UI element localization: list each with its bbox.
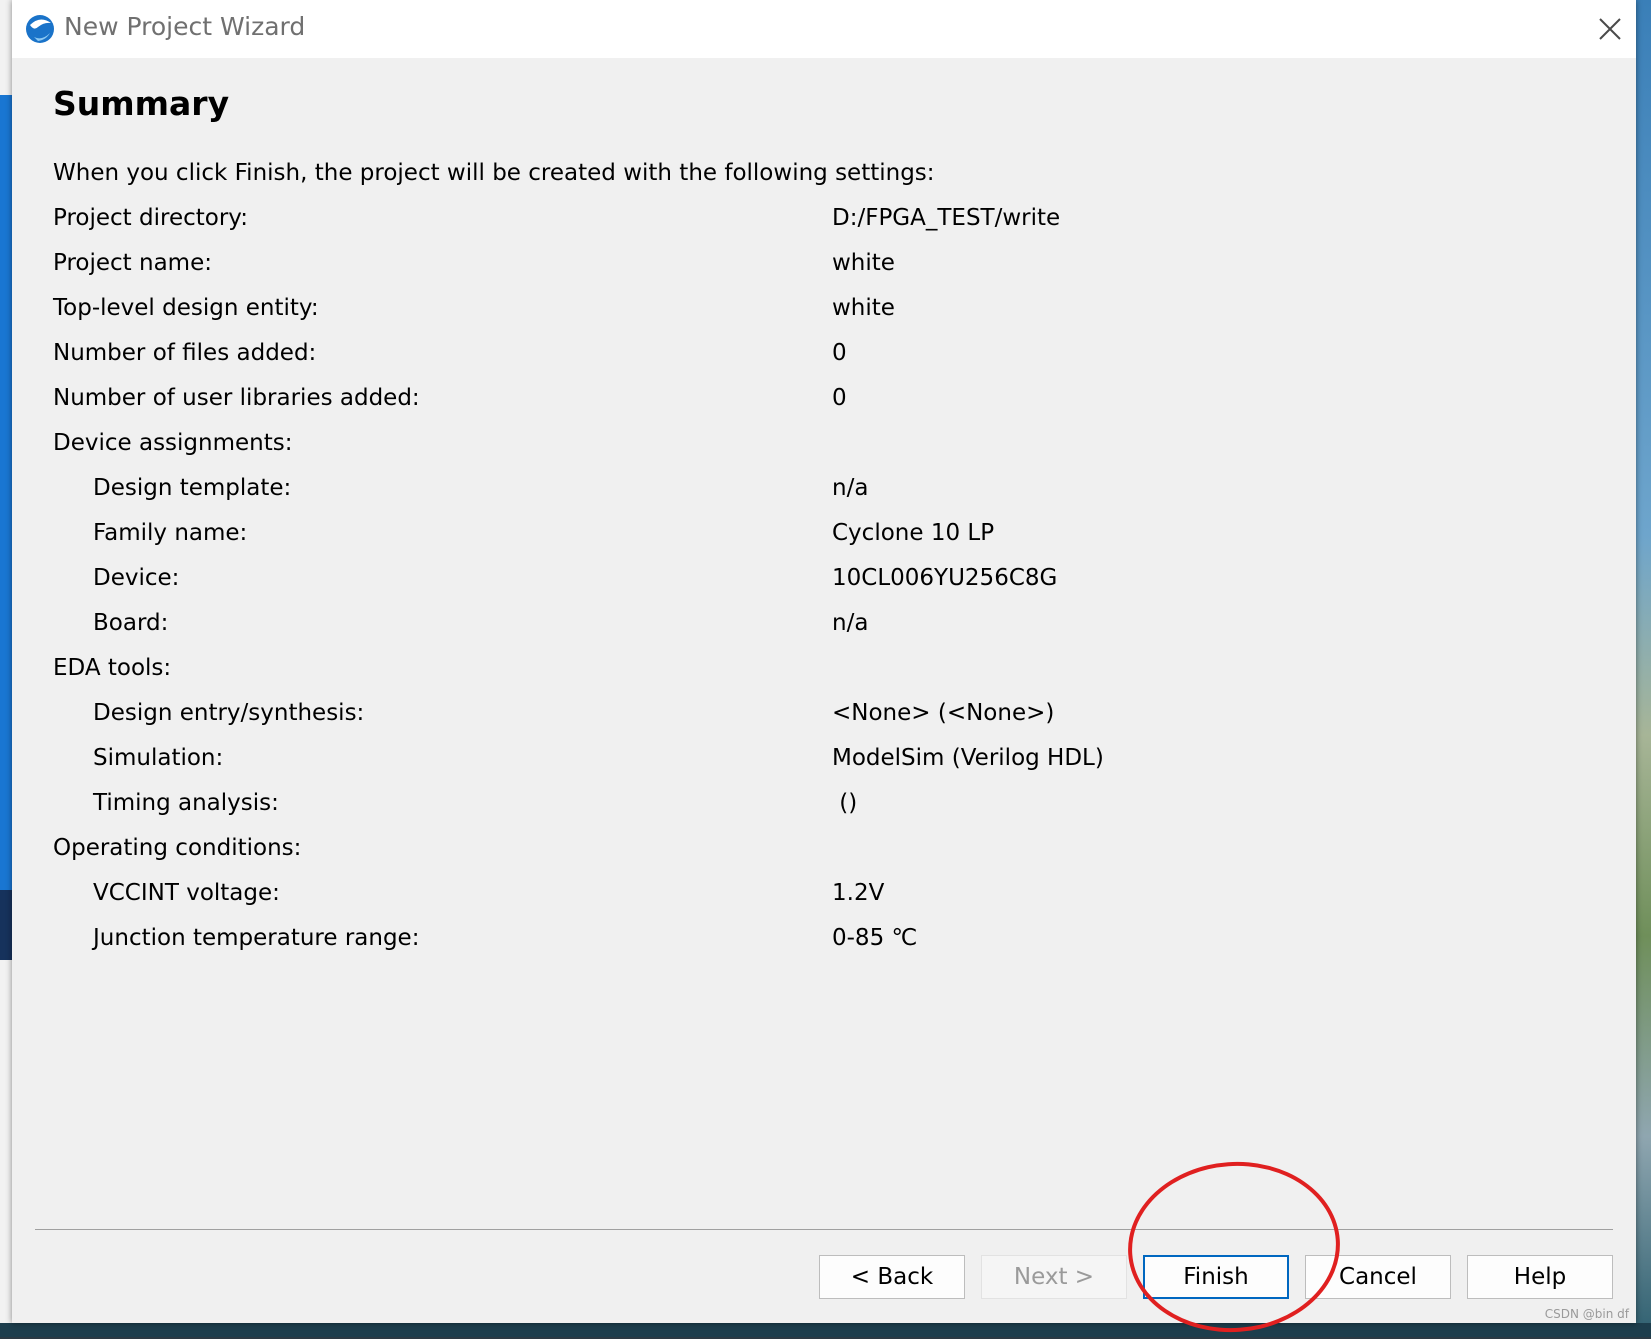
setting-row: Board: n/a (53, 610, 1553, 650)
setting-label: Simulation: (93, 745, 224, 771)
back-button[interactable]: < Back (819, 1255, 965, 1299)
setting-value: () (832, 790, 858, 816)
next-button[interactable]: Next > (981, 1255, 1127, 1299)
intro-text: When you click Finish, the project will … (53, 160, 935, 186)
setting-section-row: EDA tools: (53, 655, 1553, 695)
title-bar: New Project Wizard (12, 0, 1636, 58)
setting-label: Project directory: (53, 205, 248, 231)
setting-row: Design entry/synthesis: <None> (<None>) (53, 700, 1553, 740)
setting-row: Timing analysis: () (53, 790, 1553, 830)
setting-value: n/a (832, 475, 869, 501)
help-button[interactable]: Help (1467, 1255, 1613, 1299)
setting-value: <None> (<None>) (832, 700, 1055, 726)
setting-row: Top-level design entity: white (53, 295, 1553, 335)
setting-label: Number of files added: (53, 340, 317, 366)
quartus-app-icon (24, 13, 56, 45)
setting-value: 0 (832, 385, 847, 411)
setting-row: Number of user libraries added: 0 (53, 385, 1553, 425)
setting-value: white (832, 295, 895, 321)
footer-divider (35, 1229, 1613, 1230)
setting-section-label: Device assignments: (53, 430, 293, 456)
setting-value: 10CL006YU256C8G (832, 565, 1058, 591)
setting-value: 0 (832, 340, 847, 366)
setting-label: Number of user libraries added: (53, 385, 420, 411)
setting-label: Timing analysis: (93, 790, 279, 816)
setting-value: n/a (832, 610, 869, 636)
watermark: CSDN @bin df (1544, 1307, 1629, 1321)
new-project-wizard-dialog: New Project Wizard Summary When you clic… (12, 0, 1636, 1323)
setting-label: Junction temperature range: (93, 925, 420, 951)
setting-label: Design entry/synthesis: (93, 700, 365, 726)
setting-value: white (832, 250, 895, 276)
setting-value: ModelSim (Verilog HDL) (832, 745, 1104, 771)
window-title: New Project Wizard (64, 12, 306, 41)
setting-label: Device: (93, 565, 180, 591)
setting-label: Project name: (53, 250, 212, 276)
setting-row: Device: 10CL006YU256C8G (53, 565, 1553, 605)
setting-row: Project directory: D:/FPGA_TEST/write (53, 205, 1553, 245)
setting-section-label: Operating conditions: (53, 835, 302, 861)
setting-label: Design template: (93, 475, 292, 501)
desktop-bottom-strip (0, 1323, 1651, 1337)
setting-row: VCCINT voltage: 1.2V (53, 880, 1553, 920)
setting-value: 1.2V (832, 880, 885, 906)
setting-section-label: EDA tools: (53, 655, 172, 681)
setting-row: Junction temperature range: 0-85 ℃ (53, 925, 1553, 965)
close-icon[interactable] (1595, 14, 1625, 44)
setting-label: Family name: (93, 520, 248, 546)
setting-section-row: Device assignments: (53, 430, 1553, 470)
setting-row: Design template: n/a (53, 475, 1553, 515)
setting-row: Number of files added: 0 (53, 340, 1553, 380)
setting-row: Family name: Cyclone 10 LP (53, 520, 1553, 560)
finish-button[interactable]: Finish (1143, 1255, 1289, 1299)
setting-row: Simulation: ModelSim (Verilog HDL) (53, 745, 1553, 785)
setting-label: Board: (93, 610, 169, 636)
setting-label: VCCINT voltage: (93, 880, 280, 906)
setting-row: Project name: white (53, 250, 1553, 290)
setting-value: 0-85 ℃ (832, 925, 918, 951)
setting-value: Cyclone 10 LP (832, 520, 995, 546)
cancel-button[interactable]: Cancel (1305, 1255, 1451, 1299)
setting-value: D:/FPGA_TEST/write (832, 205, 1061, 231)
page-heading: Summary (53, 84, 230, 123)
setting-section-row: Operating conditions: (53, 835, 1553, 875)
setting-label: Top-level design entity: (53, 295, 319, 321)
